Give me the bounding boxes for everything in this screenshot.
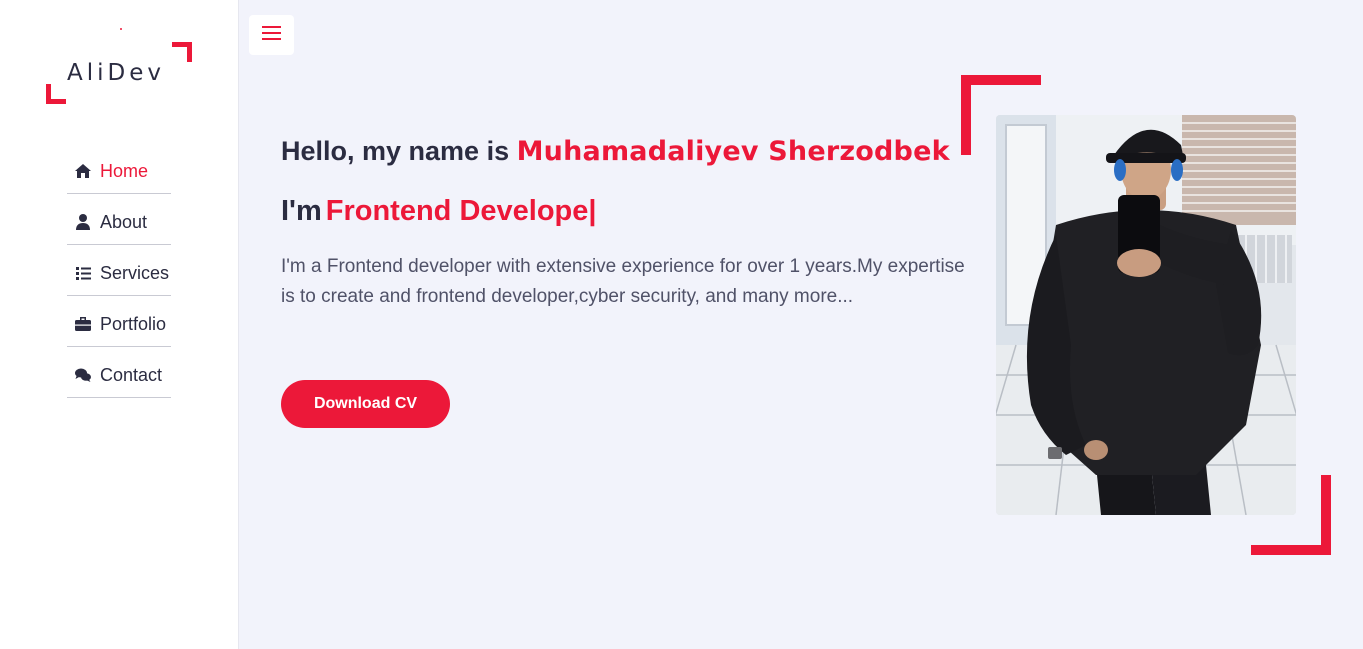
logo-text: AliDev	[67, 60, 165, 86]
main-nav: Home About Services Portfolio Contact	[67, 143, 171, 398]
logo[interactable]: AliDev	[46, 28, 192, 104]
home-icon	[75, 163, 91, 179]
download-cv-button[interactable]: Download CV	[281, 380, 450, 428]
nav-label-home: Home	[100, 160, 149, 181]
nav-label-portfolio: Portfolio	[100, 313, 167, 334]
nav-item-services[interactable]: Services	[67, 245, 171, 296]
nav-label-about: About	[100, 211, 148, 232]
greeting-text: Hello, my name is	[281, 136, 510, 166]
hero-greeting: Hello, my name is Muhamadaliyev Sherzodb…	[281, 136, 950, 167]
sidebar: AliDev Home About Services Portfolio Con…	[0, 0, 239, 649]
role-prefix: I'm	[281, 195, 322, 227]
profile-photo	[996, 115, 1296, 515]
briefcase-icon	[75, 316, 91, 332]
list-icon	[75, 265, 91, 281]
logo-corner-bottom-left	[46, 84, 66, 104]
hero-name: Muhamadaliyev Sherzodbek	[516, 136, 950, 167]
logo-accent-dot	[120, 28, 122, 30]
menu-toggle-button[interactable]	[249, 15, 294, 55]
comments-icon	[75, 367, 91, 383]
nav-item-home[interactable]: Home	[67, 143, 171, 194]
logo-corner-top-right	[172, 42, 192, 62]
nav-item-contact[interactable]: Contact	[67, 347, 171, 398]
nav-item-portfolio[interactable]: Portfolio	[67, 296, 171, 347]
hamburger-menu-icon	[262, 25, 281, 45]
user-icon	[75, 214, 91, 230]
nav-item-about[interactable]: About	[67, 194, 171, 245]
hero-role: I'm Frontend Develope|	[281, 195, 597, 228]
typing-cursor: |	[588, 195, 597, 227]
nav-label-contact: Contact	[100, 364, 163, 385]
hero-description: I'm a Frontend developer with extensive …	[281, 256, 965, 307]
typed-role: Frontend Develope	[325, 195, 589, 227]
nav-label-services: Services	[100, 262, 170, 283]
